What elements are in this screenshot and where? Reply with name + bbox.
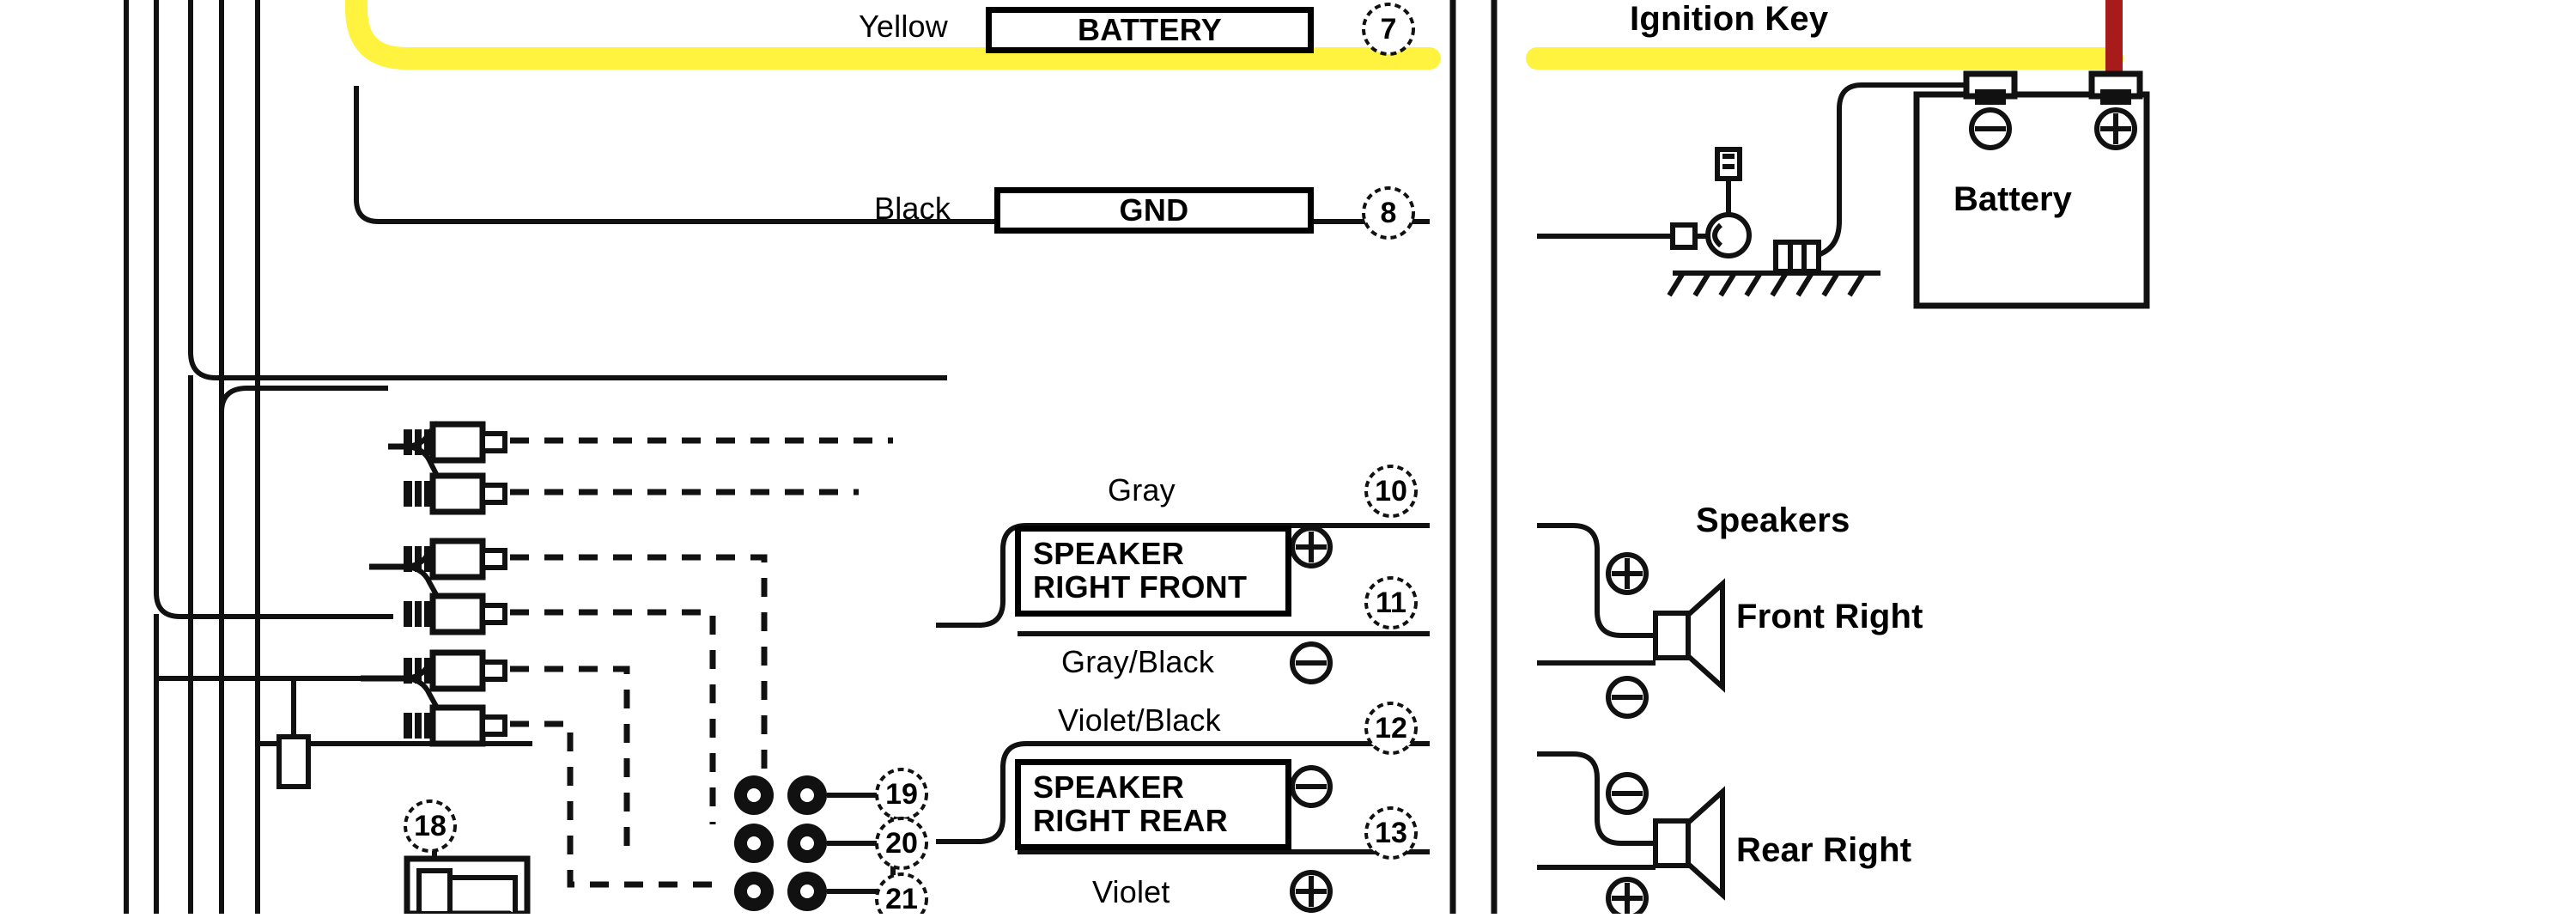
- pin-callout-20: 20: [885, 826, 918, 860]
- wire-color-label-black: Black: [874, 191, 951, 226]
- pin-callout-12: 12: [1375, 711, 1407, 745]
- wire-color-label-gray: Gray: [1108, 472, 1176, 508]
- terminal-box-gnd-label: GND: [1119, 191, 1189, 228]
- wire-color-label-yellow: Yellow: [859, 9, 948, 44]
- terminal-box-gnd: GND: [994, 187, 1314, 234]
- rca-plug-group: [361, 421, 505, 744]
- battery-label: Battery: [1953, 180, 2072, 218]
- speaker-box-right-front: SPEAKER RIGHT FRONT: [1015, 526, 1291, 617]
- speakers-header: Speakers: [1696, 502, 1850, 539]
- wire-color-label-gray-black: Gray/Black: [1061, 644, 1215, 679]
- pin-callout-7: 7: [1380, 12, 1397, 46]
- wire-color-label-violet: Violet: [1092, 874, 1170, 909]
- ignition-key-label: Ignition Key: [1630, 0, 1829, 38]
- harness-trunk-wires: [154, 0, 947, 914]
- terminal-box-battery-label: BATTERY: [1077, 11, 1223, 47]
- pin-callout-13: 13: [1375, 816, 1407, 849]
- pin-callout-19: 19: [885, 777, 918, 811]
- speaker-box-rr-line2: RIGHT REAR: [1033, 803, 1228, 838]
- inline-fuse-block: [276, 734, 311, 789]
- speaker-box-right-rear: SPEAKER RIGHT REAR: [1015, 759, 1291, 850]
- terminal-box-battery: BATTERY: [986, 7, 1314, 53]
- pin-callout-18: 18: [414, 809, 447, 842]
- speaker-box-rf-line1: SPEAKER: [1033, 536, 1185, 572]
- front-right-speaker-cone: [1656, 584, 1722, 687]
- rear-right-speaker-label: Rear Right: [1736, 831, 1912, 869]
- wire-color-label-violet-black: Violet/Black: [1058, 702, 1221, 738]
- ground-symbol: [1667, 240, 1880, 297]
- speaker-box-rf-line2: RIGHT FRONT: [1033, 569, 1248, 605]
- front-right-speaker-label: Front Right: [1736, 598, 1923, 635]
- rca-dashed-routing: [510, 437, 893, 888]
- pin-callout-8: 8: [1380, 196, 1397, 229]
- wiring-diagram-canvas: Yellow BATTERY 7 Black GND 8 Gray 10 SPE…: [0, 0, 2576, 915]
- pin-callout-21: 21: [885, 882, 918, 915]
- speaker-box-rr-line1: SPEAKER: [1033, 769, 1185, 805]
- ground-screw-symbol: [1657, 147, 1752, 258]
- pin-callout-10: 10: [1375, 474, 1407, 508]
- pin-callout-11: 11: [1376, 586, 1406, 619]
- rear-right-speaker-cone: [1656, 792, 1722, 895]
- front-right-speaker-wires: [1537, 523, 1656, 666]
